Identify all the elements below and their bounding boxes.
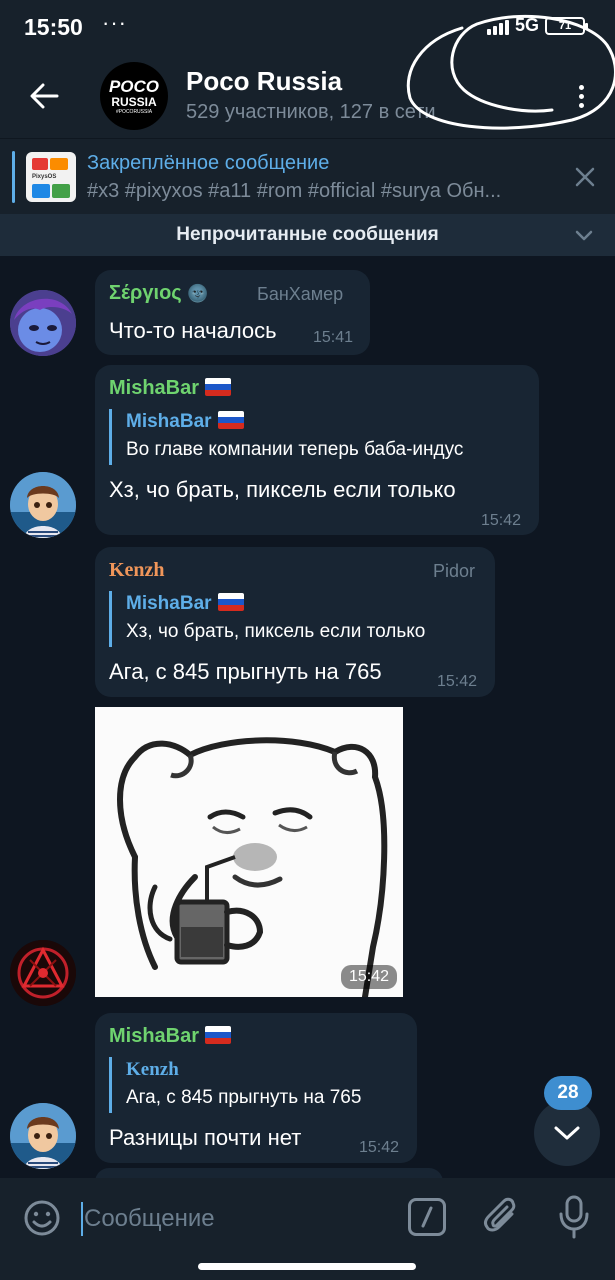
message-text: Что-то началось bbox=[109, 318, 277, 343]
system-nav-bar bbox=[0, 1260, 615, 1280]
avatar-text-line1: POCO bbox=[108, 76, 160, 96]
message-time: 15:42 bbox=[359, 1139, 400, 1156]
arrow-left-icon bbox=[30, 83, 59, 109]
message-time: 15:42 bbox=[340, 965, 397, 989]
message-time: 15:42 bbox=[437, 673, 478, 690]
russia-flag-icon bbox=[205, 378, 232, 396]
back-button[interactable] bbox=[22, 74, 66, 118]
message-text: Ага, с 845 прыгнуть на 765 bbox=[109, 659, 382, 684]
avatar-image bbox=[10, 940, 76, 1006]
more-menu-button[interactable] bbox=[571, 76, 591, 116]
sender-name: Kenzh bbox=[109, 559, 165, 581]
russia-flag-icon bbox=[217, 411, 244, 429]
sticker-image[interactable]: 15:42 bbox=[95, 707, 403, 997]
message-text: Хз, чо брать, пиксель если только bbox=[109, 477, 456, 502]
paperclip-icon[interactable] bbox=[482, 1196, 522, 1240]
sender-name: MishaBar bbox=[109, 1025, 232, 1048]
slash-icon bbox=[421, 1206, 433, 1228]
message-bubble[interactable]: MishaBar Kenzh Ага, с 845 прыгнуть на 76… bbox=[95, 1013, 417, 1163]
avatar[interactable] bbox=[10, 290, 76, 356]
message-input[interactable] bbox=[84, 1200, 384, 1238]
battery-icon: 71 bbox=[545, 16, 588, 35]
message-time: 15:42 bbox=[481, 512, 522, 529]
message-composer bbox=[0, 1178, 615, 1260]
reply-sender: MishaBar bbox=[126, 409, 463, 435]
close-icon[interactable] bbox=[571, 163, 599, 191]
avatar[interactable] bbox=[10, 472, 76, 538]
reply-text: Хз, чо брать, пиксель если только bbox=[126, 621, 426, 642]
reply-text: Ага, с 845 прыгнуть на 765 bbox=[126, 1087, 362, 1108]
bear-drinking-sticker bbox=[95, 707, 403, 997]
signal-icon bbox=[486, 17, 509, 35]
chat-header: POCO RUSSIA #POCORUSSIA Poco Russia 529 … bbox=[0, 54, 615, 138]
reply-quote[interactable]: Kenzh Ага, с 845 прыгнуть на 765 bbox=[109, 1057, 361, 1113]
sender-name: MishaBar bbox=[109, 377, 232, 400]
bot-command-button[interactable] bbox=[408, 1198, 446, 1236]
message-time: 15:41 bbox=[313, 329, 354, 346]
unread-label: Непрочитанные сообщения bbox=[176, 224, 439, 245]
sender-name: Σέργιος 🌚 bbox=[109, 282, 209, 304]
sender-tag: Pidor bbox=[433, 561, 476, 581]
text-caret bbox=[81, 1202, 83, 1236]
notification-dots: ··· bbox=[102, 10, 127, 35]
status-bar: 15:50 ··· 5G 71 bbox=[0, 0, 615, 54]
reply-sender: Kenzh bbox=[126, 1059, 179, 1080]
reply-sender: MishaBar bbox=[126, 591, 425, 617]
chat-title[interactable]: Poco Russia bbox=[186, 66, 342, 97]
pinned-title: Закреплённое сообщение bbox=[87, 152, 330, 174]
avatar[interactable] bbox=[10, 1103, 76, 1169]
pinned-thumbnail: PixysOS bbox=[26, 152, 76, 202]
pinned-text: #x3 #pixyxos #a11 #rom #official #surya … bbox=[87, 180, 502, 202]
avatar-image bbox=[10, 1103, 76, 1169]
avatar-text-line3: #POCORUSSIA bbox=[115, 108, 153, 115]
microphone-icon[interactable] bbox=[556, 1194, 592, 1240]
avatar-image bbox=[10, 472, 76, 538]
reply-quote[interactable]: MishaBar Во главе компании теперь баба-и… bbox=[109, 409, 463, 465]
avatar-image bbox=[10, 290, 76, 356]
pinned-message-bar[interactable]: PixysOS Закреплённое сообщение #x3 #pixy… bbox=[0, 138, 615, 214]
unread-count-badge[interactable]: 28 bbox=[544, 1076, 592, 1110]
chat-subtitle: 529 участников, 127 в сети bbox=[186, 101, 436, 123]
reply-quote[interactable]: MishaBar Хз, чо брать, пиксель если толь… bbox=[109, 591, 425, 647]
russia-flag-icon bbox=[205, 1026, 232, 1044]
message-text: Разницы почти нет bbox=[109, 1125, 302, 1150]
message-bubble[interactable]: Σέργιος 🌚 БанХамер Что-то началось 15:41 bbox=[95, 270, 370, 355]
avatar[interactable] bbox=[10, 940, 76, 1006]
emoji-icon[interactable] bbox=[22, 1198, 62, 1238]
pinned-indicator bbox=[12, 151, 15, 203]
status-time: 15:50 bbox=[24, 14, 83, 40]
home-indicator[interactable] bbox=[198, 1263, 416, 1270]
avatar-text-line2: RUSSIA bbox=[111, 94, 157, 109]
message-bubble[interactable]: Kenzh Pidor MishaBar Хз, чо брать, пиксе… bbox=[95, 547, 495, 697]
message-bubble[interactable]: MishaBar MishaBar Во главе компании тепе… bbox=[95, 365, 539, 535]
network-type: 5G bbox=[514, 15, 539, 35]
unread-divider: Непрочитанные сообщения bbox=[0, 214, 615, 256]
chat-avatar[interactable]: POCO RUSSIA #POCORUSSIA bbox=[100, 62, 168, 130]
chevron-down-icon[interactable] bbox=[573, 224, 595, 246]
status-icons: 5G 71 bbox=[486, 15, 588, 36]
reply-text: Во главе компании теперь баба-индус bbox=[126, 439, 464, 460]
russia-flag-icon bbox=[217, 593, 244, 611]
chevron-down-icon bbox=[554, 1126, 580, 1140]
battery-level: 71 bbox=[558, 19, 572, 32]
sender-tag: БанХамер bbox=[257, 284, 344, 304]
